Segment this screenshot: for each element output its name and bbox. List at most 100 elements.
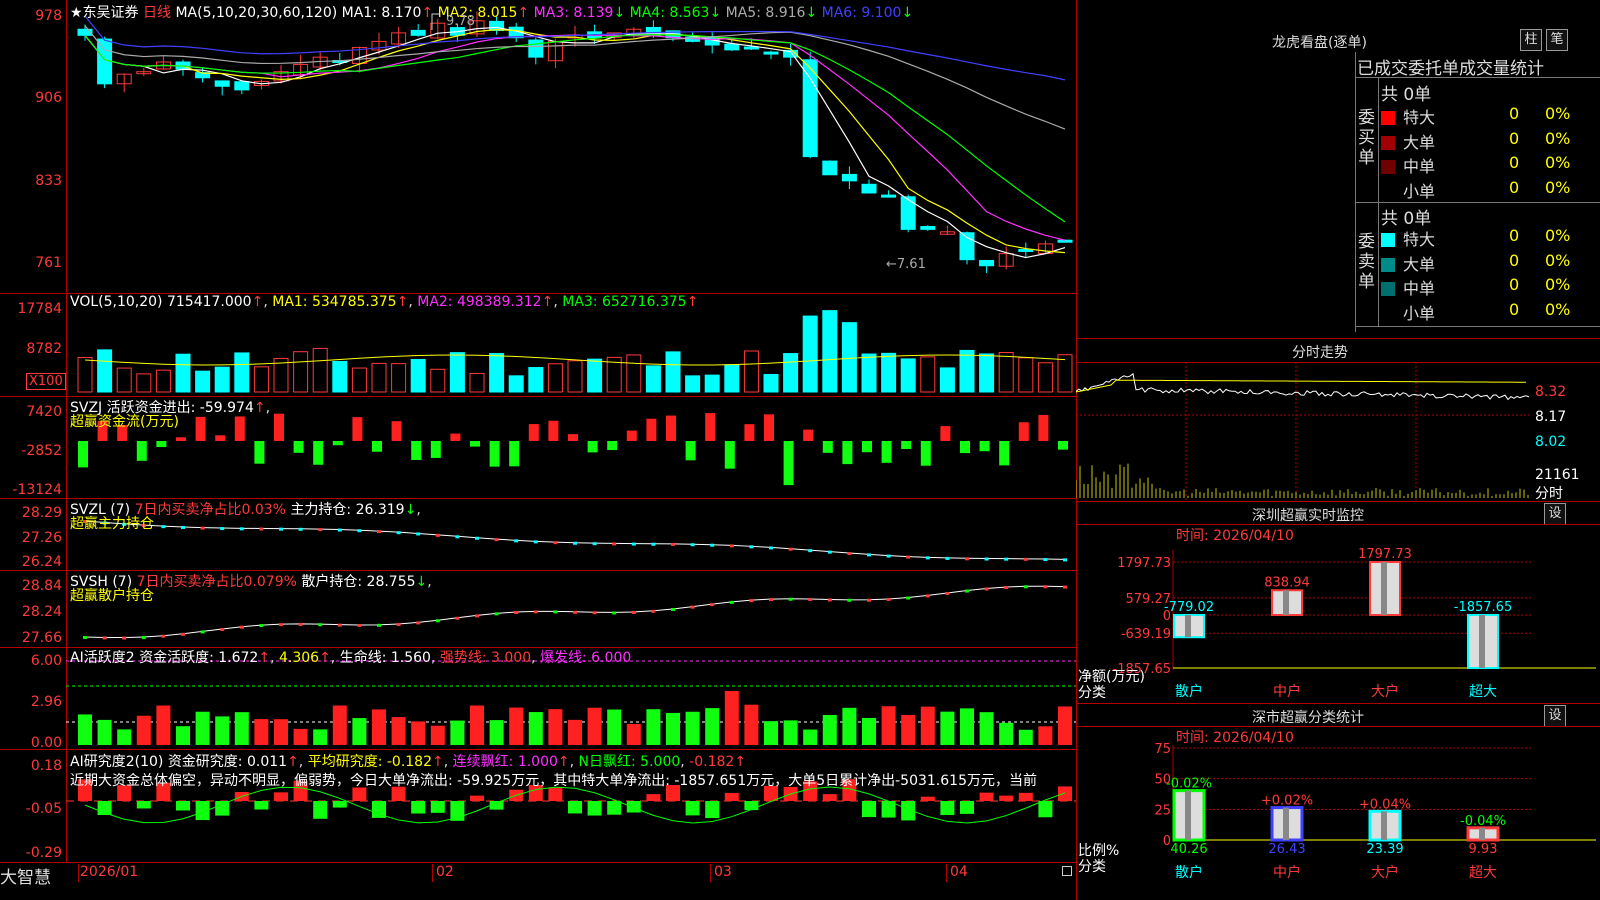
bar-mode-button[interactable]: 柱 [1520, 29, 1542, 51]
price-axis-4: 761 [35, 255, 62, 271]
svzl-dot [965, 557, 969, 561]
svzl-dot [239, 527, 244, 531]
svzl-ratio: 7日内买卖净占比0.03% [134, 502, 286, 518]
svzj-bar [568, 434, 578, 441]
volume-bar [430, 368, 446, 393]
ai-active-bar [293, 728, 308, 745]
svsh-hold: 散户持仓: 28.755 [301, 574, 416, 590]
sell-orders-label: 委卖单 [1358, 232, 1375, 292]
svzl-dot [279, 527, 283, 531]
color-swatch [1381, 282, 1395, 296]
svzl-dot [749, 545, 754, 549]
candle-body [763, 51, 779, 55]
svsh-dot [141, 635, 146, 639]
svsh-dot [298, 622, 303, 626]
ai-active-bar [489, 720, 504, 745]
buy-order-row: 中单 0 0% [1381, 153, 1570, 177]
cls-bar-value: 40.26 [1170, 842, 1207, 857]
svzl-dot [377, 530, 381, 534]
star-icon[interactable]: ★ [70, 5, 83, 21]
sz-bar-chart: 1797.73579.270-639.19-1857.65-779.02散户83… [1113, 547, 1596, 700]
ai-active-bar [470, 705, 484, 745]
ai-research-bar [215, 801, 230, 816]
volume-bar [351, 367, 367, 393]
svzj-bar [783, 441, 794, 486]
volume-bar [704, 374, 720, 393]
candle-body [214, 80, 230, 87]
svzj-axis-1: 7420 [26, 404, 62, 420]
svzl-dot [867, 553, 871, 557]
svsh-dot [514, 611, 519, 614]
ai-active-bar [568, 719, 582, 745]
buy-order-row: 小单 0 0% [1381, 178, 1570, 202]
cls-settings-button[interactable]: 设 [1544, 705, 1566, 727]
sz-axis-tick: -639.19 [1121, 627, 1171, 642]
svsh-ratio: 7日内买卖净占比0.079% [136, 574, 297, 590]
svsh-dot [1023, 585, 1028, 589]
svzl-dot [259, 527, 264, 531]
ai-active-bar [332, 705, 347, 745]
order-pct: 0% [1545, 299, 1571, 319]
sz-bar-label: -779.02 [1164, 600, 1214, 615]
sz-settings-button[interactable]: 设 [1544, 503, 1566, 525]
svzj-bar [156, 441, 167, 448]
candle-body [920, 226, 936, 230]
lock-icon[interactable] [1062, 866, 1072, 876]
order-stats-title: 已成交委托单成交量统计 [1357, 59, 1544, 79]
sz-monitor-title: 深圳超赢实时监控 [1252, 508, 1364, 524]
date-tick-feb: 02 [436, 864, 454, 880]
ai-active-bar [724, 690, 739, 745]
app-logo[interactable]: 大智慧 [0, 863, 51, 888]
svzj-axis-3: -13124 [12, 482, 62, 498]
svzj-bar [1018, 422, 1029, 441]
buy-orders-label: 委买单 [1358, 108, 1375, 168]
volume-bar [567, 360, 583, 393]
cls-bar-shade [1479, 827, 1485, 840]
svzl-dot [533, 540, 538, 544]
volume-bar [234, 352, 250, 393]
volume-bar [1037, 362, 1053, 393]
order-count: 0 [1509, 128, 1520, 148]
svzl-dot [514, 539, 519, 543]
volume-bar [195, 370, 211, 393]
svzl-dot [455, 535, 460, 539]
candle-body [743, 46, 759, 50]
volume-bar [861, 353, 877, 393]
cls-bar-value: 26.43 [1268, 842, 1305, 857]
ma-line [84, 15, 1066, 81]
ai-active-bar [979, 712, 994, 745]
svsh-dot [690, 605, 695, 609]
intraday-chart[interactable] [1076, 362, 1600, 502]
order-count: 0 [1509, 177, 1520, 197]
sz-bar-shade [1283, 590, 1289, 615]
volume-bar [253, 366, 269, 393]
ai-research-bar [254, 801, 269, 810]
svzl-axis-1: 28.29 [21, 505, 62, 521]
ai-research-bar [940, 801, 955, 816]
sz-xlabel: 分类 [1078, 685, 1106, 701]
ai-active-axis-3: 0.00 [30, 735, 62, 751]
svzl-dot [1023, 557, 1028, 561]
period-label[interactable]: 日线 [143, 5, 171, 21]
ai-research-bar [822, 794, 837, 801]
ai-burst-line: 爆发线: 6.000 [540, 650, 632, 666]
order-type: 小单 [1403, 181, 1436, 201]
ai-active-bar [901, 714, 916, 745]
order-type: 特大 [1403, 230, 1436, 249]
svzj-bar [234, 416, 245, 441]
svzl-dot [651, 542, 656, 546]
ai-research-bar [411, 801, 426, 814]
svsh-dot [279, 623, 283, 627]
ai-research-bar [176, 801, 190, 811]
svzl-subtitle: 超赢主力持仓 [70, 516, 154, 532]
volume-bar [626, 354, 642, 393]
pen-mode-button[interactable]: 笔 [1546, 29, 1568, 51]
volume-bar [881, 352, 897, 393]
vol-unit-button[interactable]: X100 [26, 373, 66, 390]
order-pct: 0% [1545, 226, 1571, 245]
cls-bar-change: +0.02% [1261, 794, 1313, 809]
ai-active-bar [1018, 729, 1033, 745]
ai-research-bar [568, 801, 582, 814]
ai-active-bar [626, 724, 641, 745]
ai-active-bar [430, 725, 445, 745]
